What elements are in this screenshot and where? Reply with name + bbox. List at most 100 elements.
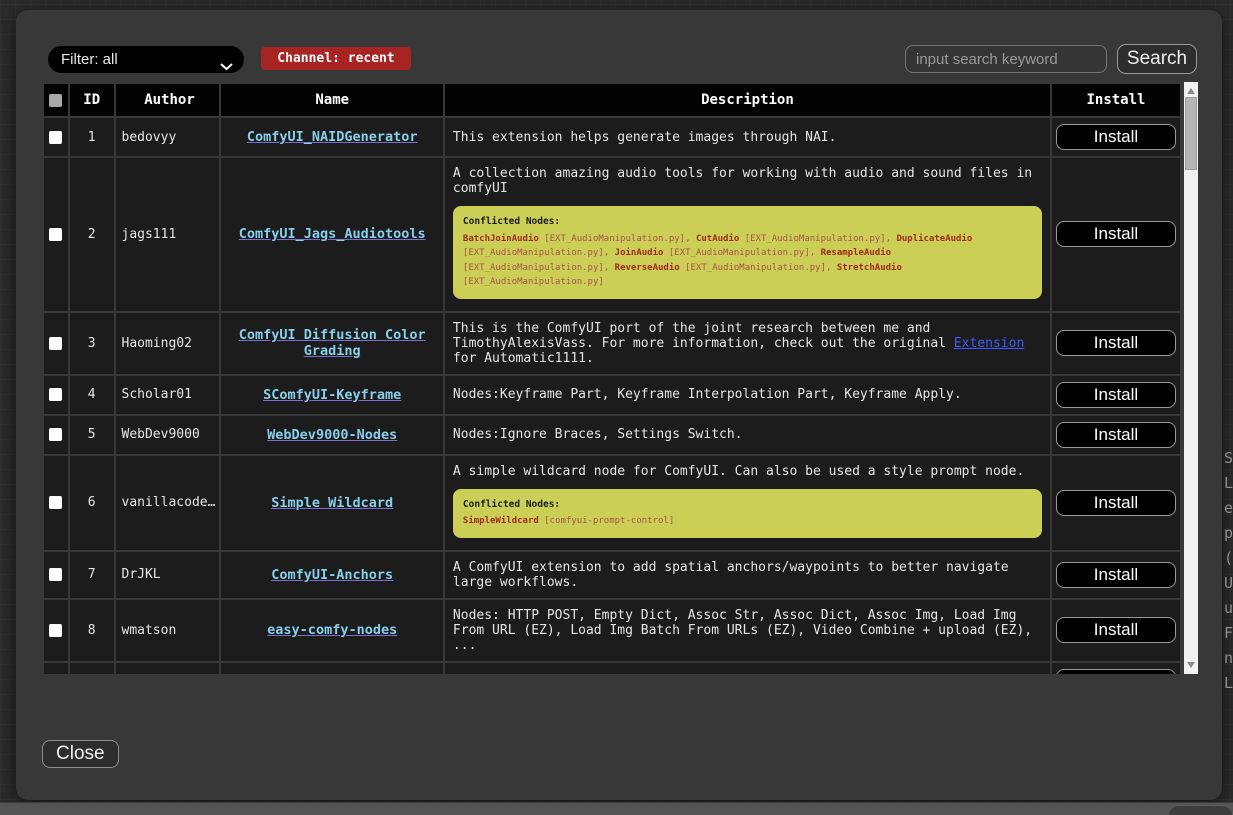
description-text: Nodes:Keyframe Part, Keyframe Interpolat… — [453, 387, 962, 402]
extension-name-link[interactable]: easy-comfy-nodes — [267, 622, 397, 638]
row-checkbox[interactable] — [49, 131, 62, 144]
extension-name-link[interactable]: ComfyUI_Mexx_Styler — [255, 674, 409, 675]
row-author: Scholar01 — [116, 376, 220, 414]
row-checkbox-cell — [44, 416, 68, 454]
row-author: WebDev9000 — [116, 416, 220, 454]
scroll-down-icon[interactable] — [1184, 658, 1198, 672]
table-row: 3Haoming02ComfyUI Diffusion Color Gradin… — [44, 313, 1180, 374]
row-name-cell: WebDev9000-Nodes — [221, 416, 442, 454]
row-checkbox[interactable] — [49, 337, 62, 350]
row-id: 3 — [70, 313, 114, 374]
table-row: 6vanillacode…Simple WildcardA simple wil… — [44, 456, 1180, 550]
conflict-node-list: BatchJoinAudio [EXT_AudioManipulation.py… — [463, 232, 1032, 290]
conflict-node-ref: [EXT_AudioManipulation.py] — [685, 263, 826, 273]
row-checkbox-cell — [44, 600, 68, 661]
table-row: 9SoftMengComfyUI_Mexx_StylerNodes: Comfy… — [44, 663, 1180, 675]
install-button[interactable]: Install — [1056, 562, 1176, 588]
install-button[interactable]: Install — [1056, 124, 1176, 150]
row-description-cell: A ComfyUI extension to add spatial ancho… — [445, 552, 1050, 598]
extension-name-link[interactable]: ComfyUI Diffusion Color Grading — [239, 327, 426, 359]
install-button[interactable]: Install — [1056, 669, 1176, 675]
row-checkbox-cell — [44, 313, 68, 374]
search-input[interactable] — [905, 45, 1107, 73]
row-checkbox[interactable] — [49, 568, 62, 581]
table-row: 2jags111 ComfyUI_Jags_Audiotools A collect… — [44, 158, 1180, 311]
extension-name-link[interactable]: Simple Wildcard — [271, 495, 393, 511]
row-id: 6 — [70, 456, 114, 550]
filter-select[interactable]: Filter: all — [48, 46, 244, 73]
install-button[interactable]: Install — [1056, 330, 1176, 356]
row-checkbox-cell — [44, 118, 68, 156]
conflict-node-name: JoinAudio — [615, 248, 664, 258]
header-install: Install — [1052, 84, 1180, 116]
conflict-node-ref: [EXT_AudioManipulation.py] — [463, 248, 604, 258]
install-button[interactable]: Install — [1056, 617, 1176, 643]
row-name-cell: ComfyUI_Mexx_Styler — [221, 663, 442, 675]
conflict-node-name: BatchJoinAudio — [463, 234, 539, 244]
row-install-cell: Install — [1052, 456, 1180, 550]
extension-manager-dialog: Filter: all Channel: recent Search ID Au… — [16, 10, 1222, 800]
header-description: Description — [445, 84, 1050, 116]
extension-name-link[interactable]: ComfyUI_NAIDGenerator — [247, 129, 418, 145]
install-button[interactable]: Install — [1056, 382, 1176, 408]
table-scrollbar[interactable] — [1184, 82, 1198, 674]
conflict-node-name: CutAudio — [696, 234, 739, 244]
row-description-cell: A collection amazing audio tools for wor… — [445, 158, 1050, 311]
row-checkbox[interactable] — [49, 228, 62, 241]
close-button[interactable]: Close — [42, 740, 119, 768]
description-link[interactable]: Extension — [954, 336, 1024, 351]
row-checkbox-cell — [44, 663, 68, 675]
table-row: 8wmatsoneasy-comfy-nodesNodes: HTTP POST… — [44, 600, 1180, 661]
search-button[interactable]: Search — [1117, 44, 1197, 74]
select-all-checkbox[interactable] — [49, 94, 62, 107]
extension-name-link[interactable]: WebDev9000-Nodes — [267, 427, 397, 443]
row-author: jags111 — [116, 158, 220, 311]
row-checkbox[interactable] — [49, 428, 62, 441]
row-author: DrJKL — [116, 552, 220, 598]
table-row: 7DrJKLComfyUI-AnchorsA ComfyUI extension… — [44, 552, 1180, 598]
install-button[interactable]: Install — [1056, 422, 1176, 448]
row-description-cell: A simple wildcard node for ComfyUI. Can … — [445, 456, 1050, 550]
background-clipped-text: S L e p ( U u F n L — [1224, 446, 1233, 776]
scrollbar-thumb[interactable] — [1185, 97, 1197, 170]
conflict-title: Conflicted Nodes: — [463, 215, 1032, 230]
row-name-cell: Simple Wildcard — [221, 456, 442, 550]
row-checkbox[interactable] — [49, 624, 62, 637]
filter-select-wrap: Filter: all — [48, 46, 244, 73]
row-checkbox-cell — [44, 456, 68, 550]
conflict-node-name: ResampleAudio — [821, 248, 891, 258]
description-text: This is the ComfyUI port of the joint re… — [453, 321, 954, 351]
scroll-up-icon[interactable] — [1184, 84, 1198, 98]
background-page-strip — [0, 802, 1233, 815]
row-id: 2 — [70, 158, 114, 311]
description-text: A simple wildcard node for ComfyUI. Can … — [453, 464, 1024, 479]
row-author: bedovyy — [116, 118, 220, 156]
channel-badge[interactable]: Channel: recent — [261, 47, 411, 70]
row-checkbox[interactable] — [49, 496, 62, 509]
conflict-node-ref: [EXT_AudioManipulation.py] — [463, 263, 604, 273]
install-button[interactable]: Install — [1056, 490, 1176, 516]
extension-name-link[interactable]: ComfyUI-Anchors — [271, 567, 393, 583]
conflict-node-ref: [EXT_AudioManipulation.py] — [669, 248, 810, 258]
row-description-cell: Nodes:Ignore Braces, Settings Switch. — [445, 416, 1050, 454]
install-button[interactable]: Install — [1056, 221, 1176, 247]
row-name-cell: SComfyUI-Keyframe — [221, 376, 442, 414]
conflict-warning-box: Conflicted Nodes: BatchJoinAudio [EXT_Aud… — [453, 206, 1042, 299]
row-id: 8 — [70, 600, 114, 661]
row-id: 5 — [70, 416, 114, 454]
conflict-node-name: SimpleWildcard — [463, 516, 539, 526]
row-checkbox-cell — [44, 158, 68, 311]
row-checkbox[interactable] — [49, 388, 62, 401]
row-name-cell: easy-comfy-nodes — [221, 600, 442, 661]
row-name-cell: ComfyUI_NAIDGenerator — [221, 118, 442, 156]
extension-name-link[interactable]: SComfyUI-Keyframe — [263, 387, 401, 403]
description-text: A collection amazing audio tools for wor… — [453, 166, 1032, 196]
extension-table-area: ID Author Name Description Install 1bedo… — [42, 82, 1198, 674]
header-name: Name — [221, 84, 442, 116]
row-id: 1 — [70, 118, 114, 156]
conflict-warning-box: Conflicted Nodes:SimpleWildcard [comfyui… — [453, 489, 1042, 538]
row-id: 9 — [70, 663, 114, 675]
conflict-node-ref: [EXT_AudioManipulation.py] — [463, 277, 604, 287]
extension-name-link[interactable]: ComfyUI_Jags_Audiotools — [239, 226, 426, 242]
row-checkbox-cell — [44, 376, 68, 414]
